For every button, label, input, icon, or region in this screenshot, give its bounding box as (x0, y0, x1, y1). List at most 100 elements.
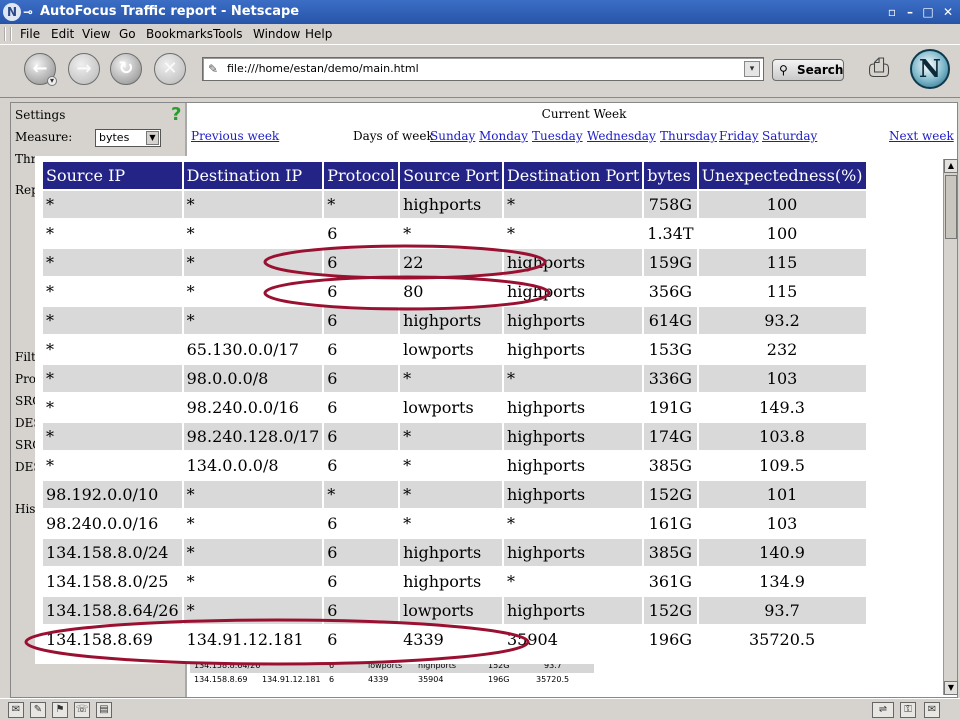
netscape-app-icon[interactable]: N (3, 3, 21, 21)
addressbook-icon[interactable]: ☏ (74, 702, 90, 718)
cell-destination-port: highports (503, 539, 643, 566)
pin-icon[interactable]: ⊸ (23, 4, 33, 20)
cell-source-ip: 134.158.8.69 (46, 629, 153, 649)
cell-destination-port: highports (506, 397, 586, 417)
url-text[interactable]: file:///home/estan/demo/main.html (227, 58, 419, 80)
cell-source-ip: * (43, 249, 182, 276)
url-dropdown-icon[interactable]: ▾ (744, 61, 760, 77)
edit-icon[interactable]: ▤ (96, 702, 112, 718)
column-header-source-port[interactable]: Source Port (400, 162, 502, 189)
print-icon[interactable]: ⎙ (862, 53, 896, 89)
composer-icon[interactable]: ✎ (30, 702, 46, 718)
measure-label: Measure: (15, 130, 73, 144)
cell-protocol: 6 (327, 455, 338, 475)
cell-destination-port: highports (506, 455, 586, 475)
table-row: * 65.130.0.0/17 6 lowports highports 153G 232 (43, 336, 866, 363)
cell-protocol: 6 (324, 307, 399, 334)
menubar-grip[interactable] (4, 27, 12, 41)
cell-protocol: 6 (327, 397, 338, 417)
menu-file[interactable]: File (20, 24, 40, 44)
table-row: 134.158.8.0/25 * 6 highports * 361G 134.9 (43, 568, 866, 595)
window-close-button[interactable]: ✕ (940, 4, 956, 20)
column-header-destination-port[interactable]: Destination Port (503, 162, 643, 189)
reload-button[interactable]: ↻ (110, 53, 142, 85)
cell-source-ip: * (46, 339, 54, 359)
cell-source-ip: 134.158.8.0/24 (43, 539, 182, 566)
cell-destination-port: * (503, 191, 643, 218)
menu-edit[interactable]: Edit (51, 24, 74, 44)
cell-destination-ip: * (183, 597, 323, 624)
day-link-wednesday[interactable]: Wednesday (587, 127, 656, 145)
cell-destination-port: highports (506, 281, 586, 301)
cell-destination-port: 35904 (506, 629, 558, 649)
table-cell: 6 (329, 675, 335, 684)
back-button[interactable]: ← ▾ (24, 53, 57, 86)
next-week-link[interactable]: Next week (889, 127, 954, 145)
cell-unexpectedness: 93.7 (698, 597, 866, 624)
url-bar[interactable]: ✎ file:///home/estan/demo/main.html ▾ (202, 57, 764, 81)
table-row: 98.240.0.0/16 * 6 * * 161G 103 (43, 510, 866, 537)
page-icon: ✎ (208, 62, 219, 76)
measure-value: bytes (99, 131, 130, 144)
cell-destination-ip: 98.0.0.0/8 (183, 365, 323, 392)
previous-week-link[interactable]: Previous week (191, 127, 279, 145)
window-shade-button[interactable]: ▫ (884, 4, 900, 20)
back-history-dropdown-icon[interactable]: ▾ (47, 76, 57, 86)
cell-bytes: 152G (644, 481, 697, 508)
chat-icon[interactable]: ⚑ (52, 702, 68, 718)
menu-window[interactable]: Window (253, 24, 300, 44)
search-button[interactable]: ⚲ Search (772, 59, 844, 81)
scroll-up-icon[interactable]: ▲ (944, 159, 958, 173)
cell-destination-port: * (506, 223, 515, 243)
menu-view[interactable]: View (82, 24, 110, 44)
window-minimize-button[interactable]: – (902, 4, 918, 20)
day-link-tuesday[interactable]: Tuesday (532, 127, 583, 145)
cell-unexpectedness: 134.9 (759, 571, 805, 591)
column-header-bytes[interactable]: bytes (644, 162, 697, 189)
vertical-scrollbar[interactable]: ▲ ▼ (943, 159, 958, 695)
stop-button[interactable]: ✕ (154, 53, 186, 85)
cell-destination-ip: * (183, 249, 323, 276)
measure-select[interactable]: bytes ▼ (95, 129, 161, 147)
cell-protocol: 6 (324, 597, 399, 624)
cell-source-port: lowports (403, 397, 474, 417)
day-link-friday[interactable]: Friday (719, 127, 759, 145)
column-header-unexpectedness[interactable]: Unexpectedness(%) (698, 162, 866, 189)
cell-unexpectedness: 149.3 (759, 397, 805, 417)
cell-protocol: 6 (327, 223, 338, 243)
scroll-thumb[interactable] (945, 175, 957, 239)
mail-icon[interactable]: ✉ (8, 702, 24, 718)
column-header-protocol[interactable]: Protocol (324, 162, 399, 189)
cell-bytes: 1.34T (647, 223, 694, 243)
day-link-thursday[interactable]: Thursday (660, 127, 717, 145)
cell-unexpectedness: 115 (698, 249, 866, 276)
cell-bytes: 153G (648, 339, 693, 359)
menu-help[interactable]: Help (305, 24, 332, 44)
cell-destination-port: highports (503, 423, 643, 450)
cell-protocol: * (324, 191, 399, 218)
cell-unexpectedness: 100 (698, 191, 866, 218)
day-link-saturday[interactable]: Saturday (762, 127, 817, 145)
security-lock-icon: ⚿ (900, 702, 916, 718)
cell-destination-ip: * (186, 513, 195, 533)
table-cell: 35720.5 (536, 675, 570, 684)
menu-go[interactable]: Go (119, 24, 136, 44)
week-navigation: Current Week Previous week Days of week … (189, 103, 957, 147)
cell-source-port: * (400, 481, 502, 508)
help-icon[interactable]: ? (171, 106, 181, 124)
cell-destination-port: highports (503, 597, 643, 624)
menu-bookmarks[interactable]: Bookmarks (146, 24, 213, 44)
day-link-sunday[interactable]: Sunday (430, 127, 475, 145)
filter-protocol-label: Pro (15, 372, 37, 386)
column-header-source-ip[interactable]: Source IP (43, 162, 182, 189)
menu-tools[interactable]: Tools (213, 24, 243, 44)
cell-source-port: * (403, 455, 412, 475)
forward-button[interactable]: → (68, 53, 100, 85)
column-header-destination-ip[interactable]: Destination IP (183, 162, 323, 189)
scroll-down-icon[interactable]: ▼ (944, 681, 958, 695)
netscape-logo[interactable]: N (910, 49, 950, 89)
day-link-monday[interactable]: Monday (479, 127, 528, 145)
cell-destination-ip: * (186, 571, 195, 591)
browser-window: N ⊸ AutoFocus Traffic report - Netscape … (0, 0, 960, 720)
window-maximize-button[interactable]: □ (920, 4, 936, 20)
